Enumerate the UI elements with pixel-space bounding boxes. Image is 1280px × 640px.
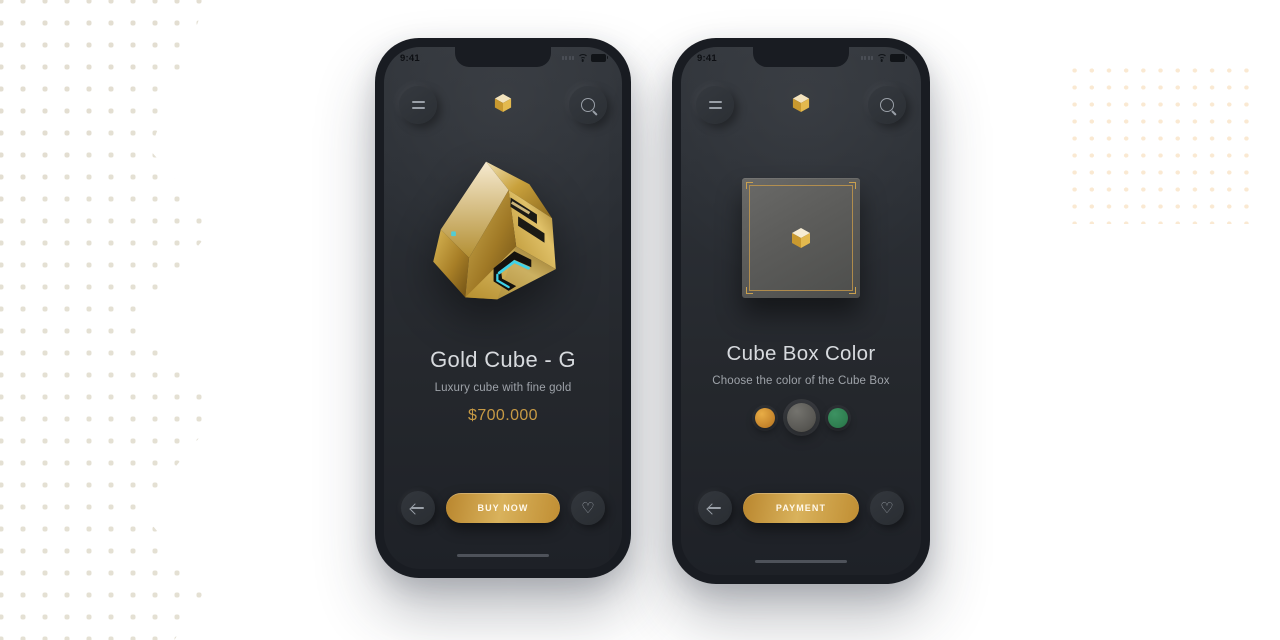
- phone1-screen: 9:41 Gold Cube - G Luxury cube with fine…: [384, 47, 622, 569]
- payment-button[interactable]: PAYMENT: [743, 493, 859, 523]
- product-subtitle: Luxury cube with fine gold: [434, 382, 572, 394]
- hamburger-menu-icon: [708, 101, 722, 109]
- wifi-icon: [577, 54, 588, 62]
- signal-icon: [861, 56, 873, 60]
- back-arrow-icon: [411, 503, 425, 513]
- phone1-status-bar: 9:41: [384, 47, 622, 69]
- phone2-status-bar: 9:41: [681, 47, 921, 69]
- brand-logo[interactable]: [792, 93, 810, 118]
- back-arrow-icon: [708, 503, 722, 513]
- phone1-product-info: Gold Cube - G Luxury cube with fine gold…: [384, 347, 622, 425]
- phone-mockup-product-detail: 9:41 Gold Cube - G Luxury cube with fine…: [375, 38, 631, 578]
- ring-outer: [1216, 626, 1280, 640]
- buy-now-button[interactable]: BUY NOW: [446, 493, 560, 523]
- decorative-dot-pattern-left-upper: [0, 0, 220, 250]
- battery-icon: [591, 54, 609, 62]
- phone2-bottom-bar: PAYMENT ♡: [681, 491, 921, 525]
- phone1-hero: [384, 133, 622, 343]
- screenshot-canvas: 9:41 Gold Cube - G Luxury cube with fine…: [0, 0, 1280, 640]
- gray-cube-box-with-gold-frame: [742, 178, 860, 298]
- search-icon: [880, 98, 894, 112]
- signal-icon: [562, 56, 574, 60]
- heart-icon: ♡: [581, 499, 595, 517]
- back-button[interactable]: [401, 491, 435, 525]
- color-picker-title: Cube Box Color: [726, 342, 876, 365]
- phone2-home-indicator[interactable]: [755, 560, 847, 563]
- favorite-button[interactable]: ♡: [870, 491, 904, 525]
- gold-cube-3d-render-icon: [433, 161, 556, 299]
- gold-cube-logo-icon: [792, 93, 810, 112]
- status-indicators: [562, 54, 609, 62]
- phone2-hero: [681, 133, 921, 343]
- menu-button[interactable]: [399, 86, 437, 124]
- color-swatch-group: [697, 403, 905, 432]
- search-icon: [581, 98, 595, 112]
- hamburger-menu-icon: [411, 101, 425, 109]
- decorative-dot-pattern-left: [0, 0, 222, 640]
- back-button[interactable]: [698, 491, 732, 525]
- color-swatch-amber[interactable]: [754, 407, 775, 428]
- search-button[interactable]: [868, 86, 906, 124]
- favorite-button[interactable]: ♡: [571, 491, 605, 525]
- decorative-dot-pattern-right: [1066, 62, 1256, 224]
- search-button[interactable]: [569, 86, 607, 124]
- heart-icon: ♡: [880, 499, 894, 517]
- frame-corner-top-left: [746, 182, 753, 189]
- phone1-top-nav: [384, 81, 622, 129]
- status-indicators: [861, 54, 908, 62]
- status-time: 9:41: [400, 52, 420, 64]
- color-picker-subtitle: Choose the color of the Cube Box: [712, 375, 890, 387]
- menu-button[interactable]: [696, 86, 734, 124]
- product-title: Gold Cube - G: [430, 347, 576, 372]
- status-time: 9:41: [697, 52, 717, 64]
- brand-logo[interactable]: [494, 93, 512, 118]
- color-swatch-green[interactable]: [827, 407, 848, 428]
- phone-mockup-color-picker: 9:41 Cube Box Color Choose the color of …: [672, 38, 930, 584]
- phone2-screen: 9:41 Cube Box Color Choose the color of …: [681, 47, 921, 575]
- phone1-bottom-bar: BUY NOW ♡: [384, 491, 622, 525]
- phone2-top-nav: [681, 81, 921, 129]
- phone1-home-indicator[interactable]: [457, 554, 549, 557]
- box-gold-frame: [749, 185, 853, 291]
- battery-icon: [890, 54, 908, 62]
- color-swatch-gray-selected[interactable]: [786, 403, 816, 432]
- gold-cube-logo-icon: [494, 93, 512, 112]
- frame-corner-bottom-right: [849, 287, 856, 294]
- phone2-color-info: Cube Box Color Choose the color of the C…: [681, 342, 921, 432]
- frame-corner-top-right: [849, 182, 856, 189]
- frame-corner-bottom-left: [746, 287, 753, 294]
- product-price: $700.000: [468, 407, 538, 424]
- wifi-icon: [876, 54, 887, 62]
